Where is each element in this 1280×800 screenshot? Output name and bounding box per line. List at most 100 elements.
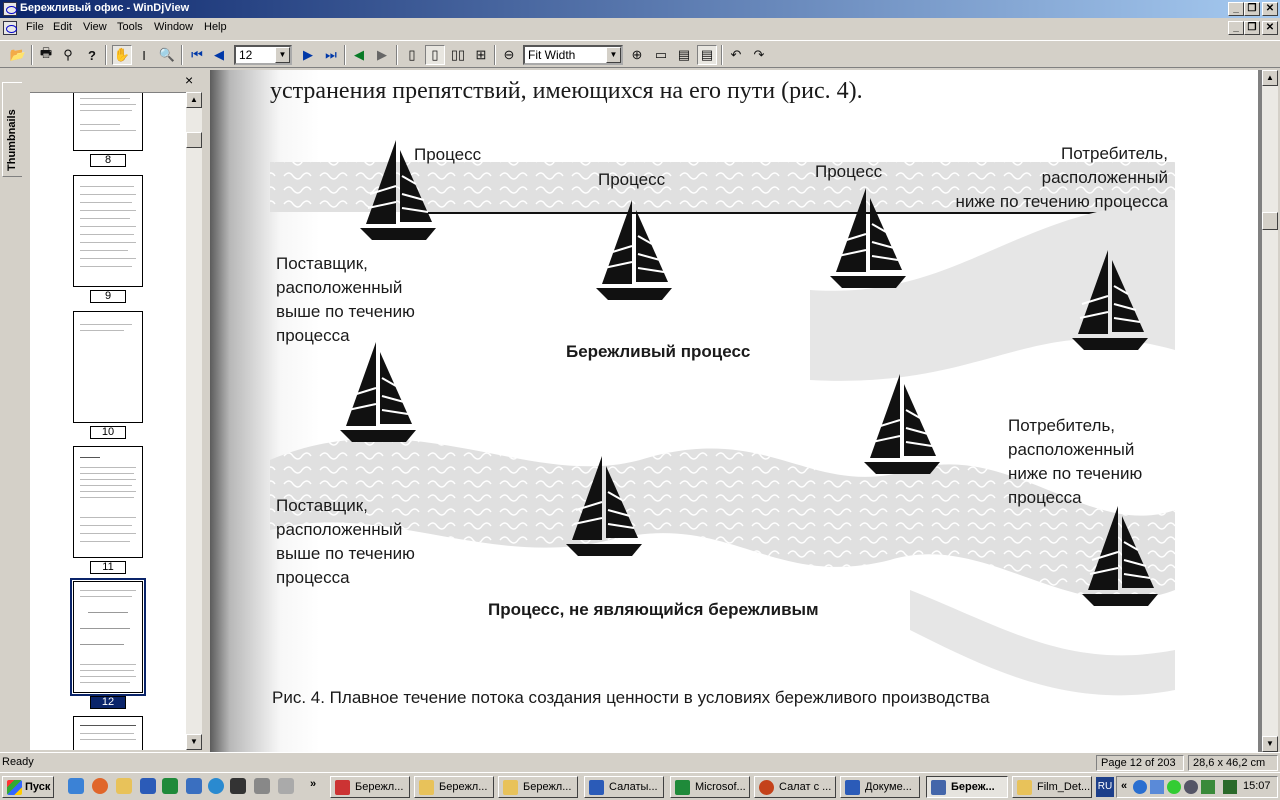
save-icon[interactable]: [230, 778, 246, 794]
minimize-button[interactable]: _: [1228, 2, 1244, 16]
doc-close-button[interactable]: ✕: [1262, 21, 1278, 35]
page-number-input[interactable]: 12 ▼: [234, 45, 292, 65]
continuous-page-icon[interactable]: ▯: [425, 45, 445, 65]
scroll-down-icon[interactable]: ▼: [1262, 736, 1278, 752]
scroll-thumb[interactable]: [1262, 212, 1278, 230]
facing-pages-icon[interactable]: ▯▯: [448, 45, 468, 65]
single-page-icon[interactable]: ▯: [402, 45, 422, 65]
doc-minimize-button[interactable]: _: [1228, 21, 1244, 35]
label-line: Поставщик,: [276, 254, 368, 273]
zoom-in-icon[interactable]: ⊕: [627, 45, 647, 65]
task-button[interactable]: Бережл...: [414, 776, 494, 798]
menu-file[interactable]: File: [26, 21, 44, 33]
menu-edit[interactable]: Edit: [53, 21, 72, 33]
hand-tool-icon[interactable]: ✋: [112, 45, 132, 65]
excel-icon[interactable]: [162, 778, 178, 794]
scroll-down-icon[interactable]: ▼: [186, 734, 202, 750]
select-tool-icon[interactable]: I: [134, 45, 154, 65]
language-indicator[interactable]: RU: [1096, 777, 1114, 797]
calculator-icon[interactable]: [254, 778, 270, 794]
continuous-facing-icon[interactable]: ⊞: [471, 45, 491, 65]
document-icon[interactable]: [3, 21, 17, 35]
antivirus-icon[interactable]: [1201, 780, 1215, 794]
close-pane-icon[interactable]: ×: [185, 72, 193, 88]
network-icon[interactable]: [1150, 780, 1164, 794]
fit-width-icon[interactable]: ▤: [674, 45, 694, 65]
task-button[interactable]: Салат с ...: [754, 776, 836, 798]
document-scrollbar[interactable]: ▲ ▼: [1262, 70, 1278, 752]
word-icon[interactable]: [140, 778, 156, 794]
actual-size-icon[interactable]: ▤: [697, 45, 717, 65]
rotate-right-icon[interactable]: ↷: [749, 45, 769, 65]
find-icon[interactable]: ⚲: [58, 45, 78, 65]
toolbar-separator: [31, 45, 33, 65]
browser-icon[interactable]: [68, 778, 84, 794]
print-icon[interactable]: 🖶: [36, 45, 56, 65]
forward-icon[interactable]: ▶: [372, 45, 392, 65]
document-view[interactable]: устранения препятствий, имеющихся на его…: [210, 70, 1262, 752]
thumbnails-scrollbar[interactable]: ▲ ▼: [186, 92, 202, 750]
outlook-icon[interactable]: [186, 778, 202, 794]
thumbnail-page-10[interactable]: [73, 311, 143, 423]
task-button[interactable]: Докуме...: [840, 776, 920, 798]
label-supplier: Поставщик, расположенный выше по течению…: [276, 494, 415, 590]
task-button[interactable]: Microsof...: [670, 776, 750, 798]
chevron-down-icon[interactable]: ▼: [606, 47, 621, 63]
rotate-left-icon[interactable]: ↶: [726, 45, 746, 65]
label-process: Процесс: [414, 145, 482, 164]
thumbnail-page-9[interactable]: [73, 175, 143, 287]
folder-icon[interactable]: [116, 778, 132, 794]
messenger-icon[interactable]: [1167, 780, 1181, 794]
thumbnails-list[interactable]: 8 9 10 11 12: [30, 92, 186, 750]
start-button[interactable]: Пуск: [2, 776, 54, 798]
task-button[interactable]: Бережл...: [498, 776, 578, 798]
zoom-select[interactable]: Fit Width ▼: [523, 45, 623, 65]
firefox-icon[interactable]: [92, 778, 108, 794]
tools-icon[interactable]: [278, 778, 294, 794]
menu-window[interactable]: Window: [154, 21, 193, 33]
tray-expand-icon[interactable]: «: [1121, 780, 1127, 792]
menu-help[interactable]: Help: [204, 21, 227, 33]
zoom-out-icon[interactable]: ⊖: [499, 45, 519, 65]
zoom-tool-icon[interactable]: 🔍: [157, 45, 177, 65]
task-button[interactable]: Бережл...: [330, 776, 410, 798]
open-icon[interactable]: 📂: [8, 45, 28, 65]
media-icon[interactable]: [1184, 780, 1198, 794]
menu-tools[interactable]: Tools: [117, 21, 143, 33]
toolbar-separator: [344, 45, 346, 65]
task-button[interactable]: Film_Det...: [1012, 776, 1092, 798]
restore-button[interactable]: ❐: [1244, 2, 1260, 16]
thumbnail-page-12[interactable]: [70, 578, 146, 696]
chevron-down-icon[interactable]: ▼: [275, 47, 290, 63]
app-icon[interactable]: [3, 2, 17, 16]
help-tray-icon[interactable]: [1133, 780, 1147, 794]
thumbnail-label: 8: [90, 154, 126, 167]
scroll-up-icon[interactable]: ▲: [186, 92, 202, 108]
next-page-icon[interactable]: ▶: [298, 45, 318, 65]
task-button[interactable]: Салаты...: [584, 776, 664, 798]
more-quicklaunch-icon[interactable]: »: [310, 778, 316, 790]
menu-view[interactable]: View: [83, 21, 107, 33]
system-tray: « 15:07: [1116, 776, 1278, 798]
scroll-up-icon[interactable]: ▲: [1262, 70, 1278, 86]
clock[interactable]: 15:07: [1243, 780, 1271, 792]
task-button-active[interactable]: Береж...: [926, 776, 1008, 798]
skype-icon[interactable]: [208, 778, 224, 794]
scroll-thumb[interactable]: [186, 132, 202, 148]
previous-page-icon[interactable]: ◀: [209, 45, 229, 65]
fit-page-icon[interactable]: ▭: [651, 45, 671, 65]
back-icon[interactable]: ◀: [349, 45, 369, 65]
help-icon[interactable]: ?: [82, 45, 102, 65]
thumbnail-page-8[interactable]: [73, 93, 143, 151]
first-page-icon[interactable]: ⏮: [187, 45, 207, 65]
doc-restore-button[interactable]: ❐: [1244, 21, 1260, 35]
label-line: расположенный: [1008, 440, 1135, 459]
label-line: расположенный: [276, 520, 403, 539]
thumbnail-page-11[interactable]: [73, 446, 143, 558]
thumbnail-page-13[interactable]: [73, 716, 143, 750]
last-page-icon[interactable]: ⏭: [321, 45, 341, 65]
security-icon[interactable]: [1223, 780, 1237, 794]
close-button[interactable]: ✕: [1262, 2, 1278, 16]
tab-thumbnails[interactable]: Thumbnails: [2, 82, 22, 177]
task-label: Салат с ...: [779, 781, 832, 793]
